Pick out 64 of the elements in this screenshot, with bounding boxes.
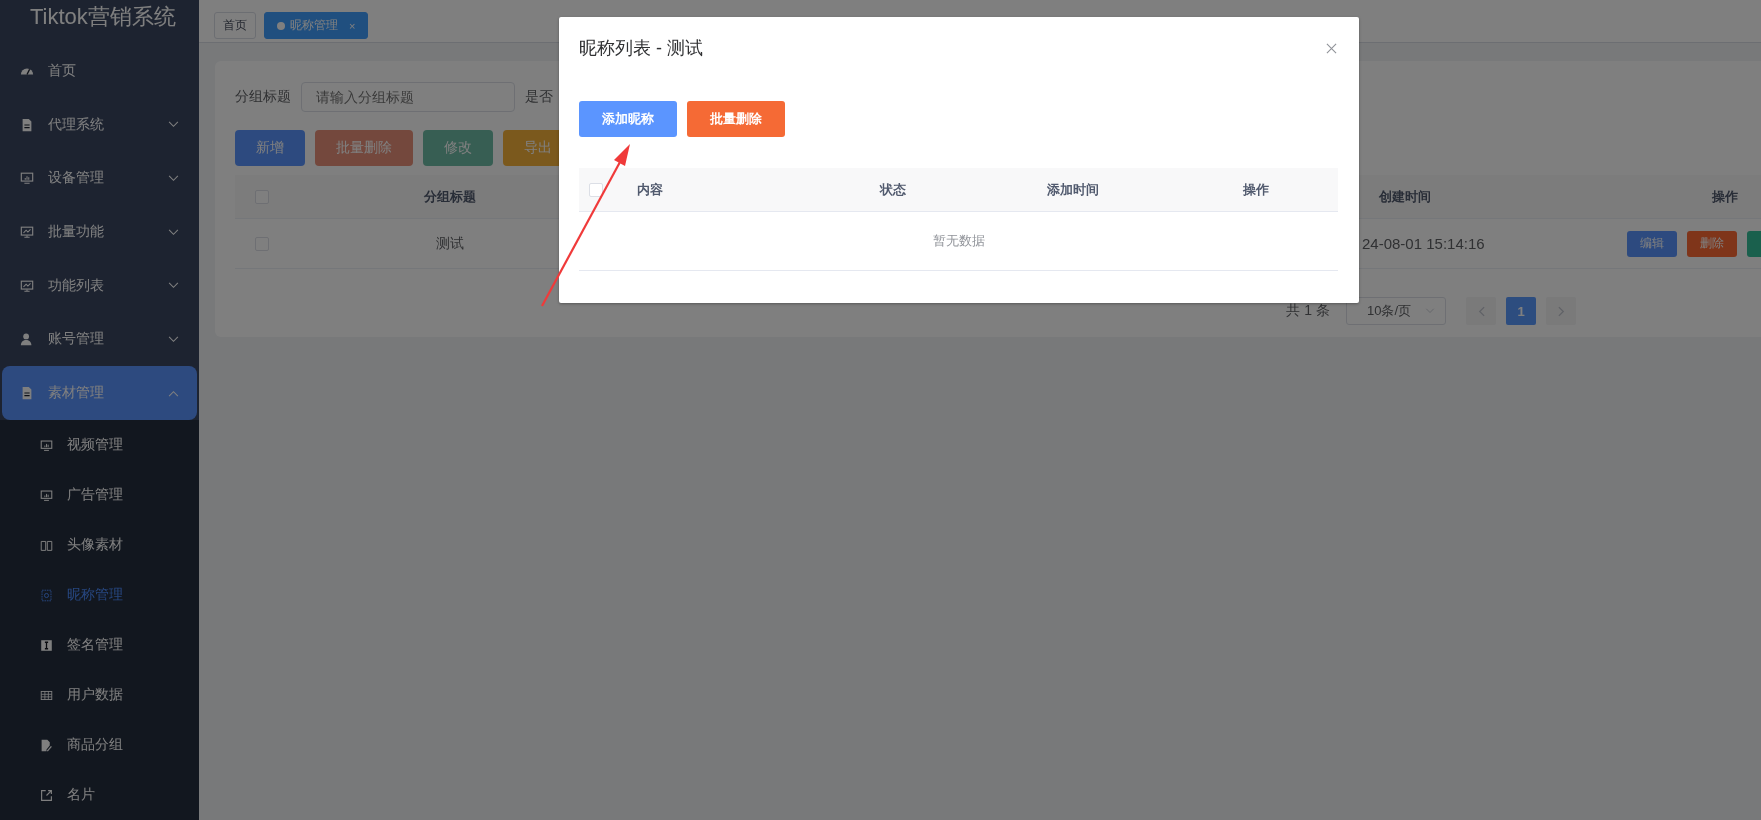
- column-header: 操作: [1712, 187, 1738, 206]
- nav-subitem[interactable]: 头像素材: [0, 520, 199, 571]
- column-header: 操作: [1241, 180, 1270, 199]
- column-header: 状态: [878, 180, 907, 199]
- nav-subitem[interactable]: 名片: [0, 770, 199, 820]
- action-button[interactable]: 编辑: [1627, 230, 1677, 257]
- chevron-down-icon: [168, 335, 179, 343]
- external-link-icon: [40, 788, 53, 802]
- chevron-down-icon: [168, 228, 179, 236]
- search-field[interactable]: 请输入分组标题: [301, 82, 515, 112]
- close-icon[interactable]: [1326, 42, 1337, 54]
- nav-item[interactable]: 素材管理: [2, 366, 197, 421]
- user-icon: [20, 332, 34, 347]
- column-header: 分组标题: [424, 187, 476, 206]
- chevron-down-icon: [168, 282, 179, 290]
- toolbar-button[interactable]: 新增: [235, 130, 305, 166]
- chart-monitor-icon: [20, 278, 34, 293]
- chevron-down-icon: [168, 121, 179, 129]
- filter-label: 分组标题: [235, 88, 291, 106]
- page-tab[interactable]: 昵称管理 ×: [264, 12, 369, 39]
- nav-subitem[interactable]: 昵称管理: [0, 570, 199, 621]
- page-button[interactable]: 1: [1506, 297, 1536, 325]
- monitor-icon: [20, 171, 34, 186]
- book-icon: [40, 538, 53, 552]
- total-count: 共 1 条: [1286, 302, 1330, 320]
- filter-label: 是否: [525, 88, 553, 106]
- column-header: 创建时间: [1379, 187, 1431, 206]
- table-cell-text: 24-08-01 15:14:16: [1361, 235, 1486, 252]
- dialog-button[interactable]: 批量删除: [687, 101, 785, 137]
- monitor-icon: [40, 438, 53, 452]
- nav-subitem[interactable]: 商品分组: [0, 720, 199, 771]
- chevron-left-icon: [1477, 305, 1485, 317]
- nav-item[interactable]: 批量功能: [0, 205, 199, 259]
- empty-message: 暂无数据: [579, 212, 1338, 271]
- nav-subitem[interactable]: 用户数据: [0, 670, 199, 721]
- previous-page-button[interactable]: [1466, 297, 1496, 325]
- document-edit-icon: [40, 738, 53, 752]
- chart-monitor-icon: [20, 225, 34, 240]
- nav-subitem[interactable]: 视频管理: [0, 420, 199, 471]
- document-icon: [20, 386, 34, 401]
- action-button[interactable]: 删除: [1687, 230, 1737, 257]
- nav-item[interactable]: 代理系统: [0, 97, 199, 152]
- chevron-right-icon: [1557, 305, 1565, 317]
- nav-item[interactable]: 功能列表: [0, 258, 199, 313]
- document-icon: [20, 117, 34, 132]
- chevron-up-icon: [168, 389, 179, 397]
- column-header: 添加时间: [1046, 180, 1100, 199]
- app-logo-title: Tiktok营销系统: [29, 3, 177, 31]
- dialog-title: 昵称列表 - 测试: [579, 37, 703, 60]
- page-tab[interactable]: 首页: [214, 12, 256, 39]
- nav-subitem[interactable]: 签名管理: [0, 620, 199, 671]
- nav-item[interactable]: 首页: [0, 44, 199, 98]
- nav-item[interactable]: 设备管理: [0, 151, 199, 206]
- column-header: 内容: [636, 180, 664, 199]
- table-icon: [40, 688, 53, 702]
- frame-icon: [40, 588, 53, 602]
- dialog-button[interactable]: 添加昵称: [579, 101, 677, 137]
- table-cell: 测试: [436, 234, 464, 253]
- text-icon: [40, 638, 53, 652]
- chevron-down-icon: [168, 174, 179, 182]
- nav-subitem[interactable]: 广告管理: [0, 470, 199, 521]
- checkbox[interactable]: [589, 182, 603, 197]
- monitor-icon: [40, 488, 53, 502]
- next-page-button[interactable]: [1546, 297, 1576, 325]
